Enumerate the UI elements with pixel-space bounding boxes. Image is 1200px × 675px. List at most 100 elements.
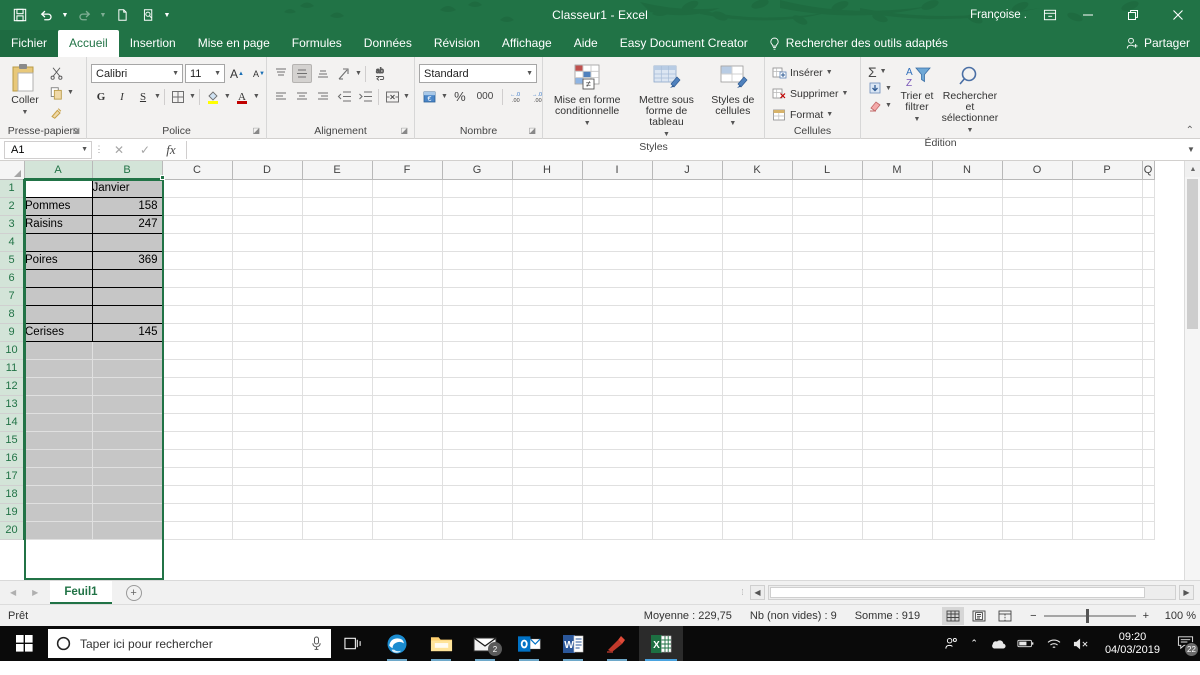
cell-A16[interactable] (24, 449, 93, 468)
cell-G6[interactable] (442, 269, 513, 288)
cell-K7[interactable] (722, 287, 793, 306)
italic-button[interactable]: I (112, 87, 132, 106)
cell-M18[interactable] (862, 485, 933, 504)
cell-N7[interactable] (932, 287, 1003, 306)
cell-P12[interactable] (1072, 377, 1143, 396)
cell-D5[interactable] (232, 251, 303, 270)
notifications-icon[interactable]: 22 (1175, 635, 1199, 657)
tab-formules[interactable]: Formules (281, 30, 353, 57)
borders-dropdown-caret[interactable]: ▼ (189, 93, 196, 100)
column-header-i[interactable]: I (582, 161, 653, 180)
cell-J7[interactable] (652, 287, 723, 306)
cell-D8[interactable] (232, 305, 303, 324)
cell-I2[interactable] (582, 197, 653, 216)
cell-I6[interactable] (582, 269, 653, 288)
cell-F6[interactable] (372, 269, 443, 288)
cell-F18[interactable] (372, 485, 443, 504)
cell-P11[interactable] (1072, 359, 1143, 378)
fill-color-button[interactable] (203, 87, 223, 106)
cell-A13[interactable] (24, 395, 93, 414)
cell-I15[interactable] (582, 431, 653, 450)
cell-C2[interactable] (162, 197, 233, 216)
cell-O3[interactable] (1002, 215, 1073, 234)
cell-G10[interactable] (442, 341, 513, 360)
tell-me-search[interactable]: Rechercher des outils adaptés (759, 30, 958, 57)
cell-C19[interactable] (162, 503, 233, 522)
cell-H20[interactable] (512, 521, 583, 540)
cell-M7[interactable] (862, 287, 933, 306)
row-header-19[interactable]: 19 (0, 503, 25, 522)
cell-K14[interactable] (722, 413, 793, 432)
cell-I11[interactable] (582, 359, 653, 378)
cell-F5[interactable] (372, 251, 443, 270)
tab-mise-en-page[interactable]: Mise en page (187, 30, 281, 57)
column-header-f[interactable]: F (372, 161, 443, 180)
cell-K13[interactable] (722, 395, 793, 414)
cell-E10[interactable] (302, 341, 373, 360)
tab-easy-document-creator[interactable]: Easy Document Creator (609, 30, 759, 57)
cell-Q9[interactable] (1142, 323, 1155, 342)
cell-D6[interactable] (232, 269, 303, 288)
cell-E20[interactable] (302, 521, 373, 540)
cell-Q16[interactable] (1142, 449, 1155, 468)
taskbar-word-app[interactable]: W (551, 626, 595, 661)
cell-H14[interactable] (512, 413, 583, 432)
column-header-b[interactable]: B (92, 161, 163, 180)
cell-Q12[interactable] (1142, 377, 1155, 396)
cell-F9[interactable] (372, 323, 443, 342)
cell-O9[interactable] (1002, 323, 1073, 342)
find-select-caret[interactable]: ▼ (966, 125, 973, 136)
cell-H8[interactable] (512, 305, 583, 324)
cell-G4[interactable] (442, 233, 513, 252)
cell-D14[interactable] (232, 413, 303, 432)
cell-L5[interactable] (792, 251, 863, 270)
zoom-slider[interactable] (1043, 608, 1136, 623)
cell-J14[interactable] (652, 413, 723, 432)
clear-button[interactable]: ▼ (865, 97, 895, 114)
underline-button[interactable]: S (133, 87, 153, 106)
cell-N2[interactable] (932, 197, 1003, 216)
merge-cells-button[interactable] (382, 87, 402, 106)
cell-J10[interactable] (652, 341, 723, 360)
row-header-6[interactable]: 6 (0, 269, 25, 288)
column-header-e[interactable]: E (302, 161, 373, 180)
copy-button[interactable]: ▼ (46, 83, 77, 102)
cell-D1[interactable] (232, 179, 303, 198)
row-header-1[interactable]: 1 (0, 179, 25, 198)
cell-M20[interactable] (862, 521, 933, 540)
clear-caret[interactable]: ▼ (885, 102, 892, 109)
cell-H9[interactable] (512, 323, 583, 342)
share-button[interactable]: Partager (1126, 30, 1200, 57)
cell-C20[interactable] (162, 521, 233, 540)
cell-A12[interactable] (24, 377, 93, 396)
cell-G15[interactable] (442, 431, 513, 450)
normal-view-button[interactable] (942, 606, 965, 625)
cell-C7[interactable] (162, 287, 233, 306)
cell-Q8[interactable] (1142, 305, 1155, 324)
cell-G20[interactable] (442, 521, 513, 540)
insert-cells-caret[interactable]: ▼ (826, 69, 833, 76)
cell-C16[interactable] (162, 449, 233, 468)
cell-I9[interactable] (582, 323, 653, 342)
cell-K20[interactable] (722, 521, 793, 540)
select-all-corner[interactable] (0, 161, 25, 180)
cell-Q11[interactable] (1142, 359, 1155, 378)
cell-J9[interactable] (652, 323, 723, 342)
cell-N11[interactable] (932, 359, 1003, 378)
cell-A5[interactable]: Poires (24, 250, 93, 270)
cell-J5[interactable] (652, 251, 723, 270)
font-name-caret[interactable]: ▼ (172, 70, 179, 77)
row-header-15[interactable]: 15 (0, 431, 25, 450)
cell-D15[interactable] (232, 431, 303, 450)
cell-Q13[interactable] (1142, 395, 1155, 414)
cell-C17[interactable] (162, 467, 233, 486)
cell-L11[interactable] (792, 359, 863, 378)
format-as-table-button[interactable]: Mettre sous forme de tableau ▼ (628, 62, 704, 140)
next-sheet-icon[interactable]: ▶ (32, 588, 38, 597)
font-dialog-launcher[interactable]: ◪ (252, 124, 260, 138)
tab-donnees[interactable]: Données (353, 30, 423, 57)
cell-I20[interactable] (582, 521, 653, 540)
grid-viewport[interactable]: ABCDEFGHIJKLMNOPQ 1 Janvier 2 Pommes 158 3 Rai… (0, 161, 1184, 580)
cell-M3[interactable] (862, 215, 933, 234)
cell-E7[interactable] (302, 287, 373, 306)
